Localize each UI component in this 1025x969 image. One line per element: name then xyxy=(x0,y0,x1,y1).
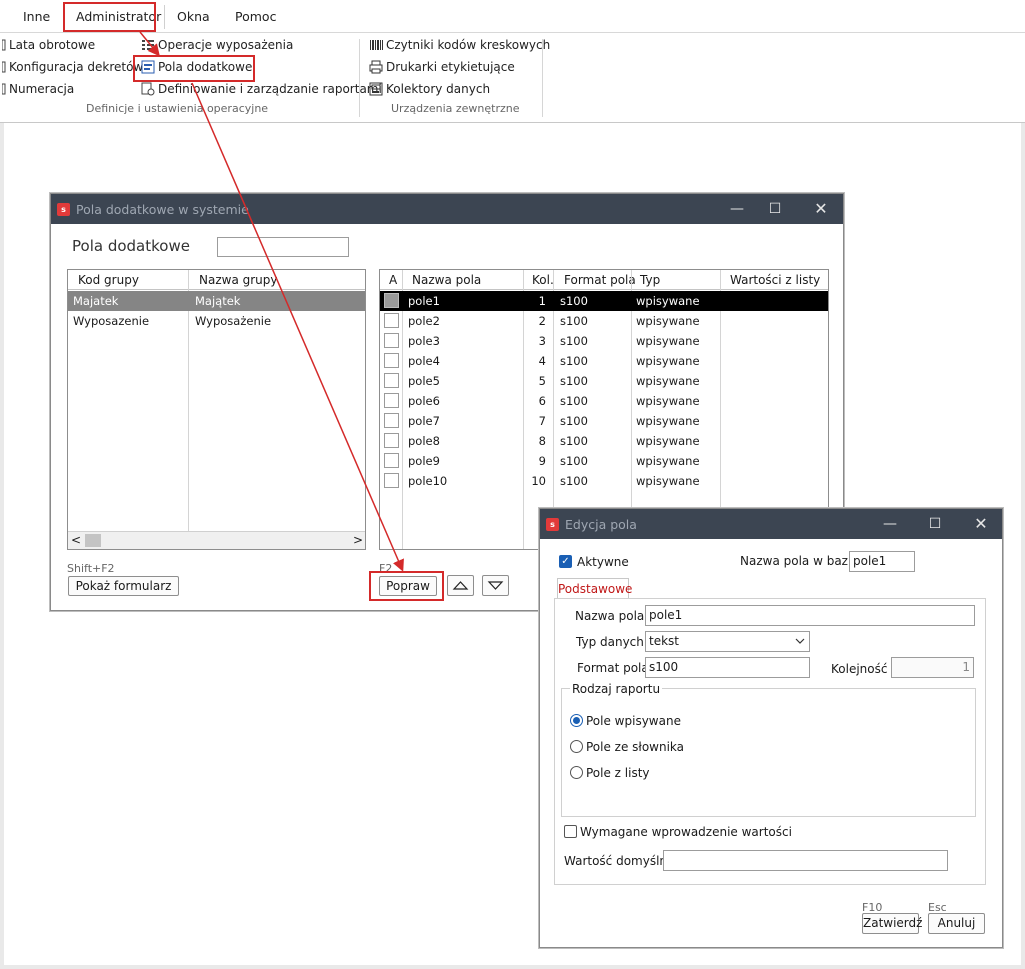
annotation-arrows xyxy=(139,31,404,572)
annotation-arrow xyxy=(191,82,404,572)
annotation-arrow xyxy=(139,31,160,57)
